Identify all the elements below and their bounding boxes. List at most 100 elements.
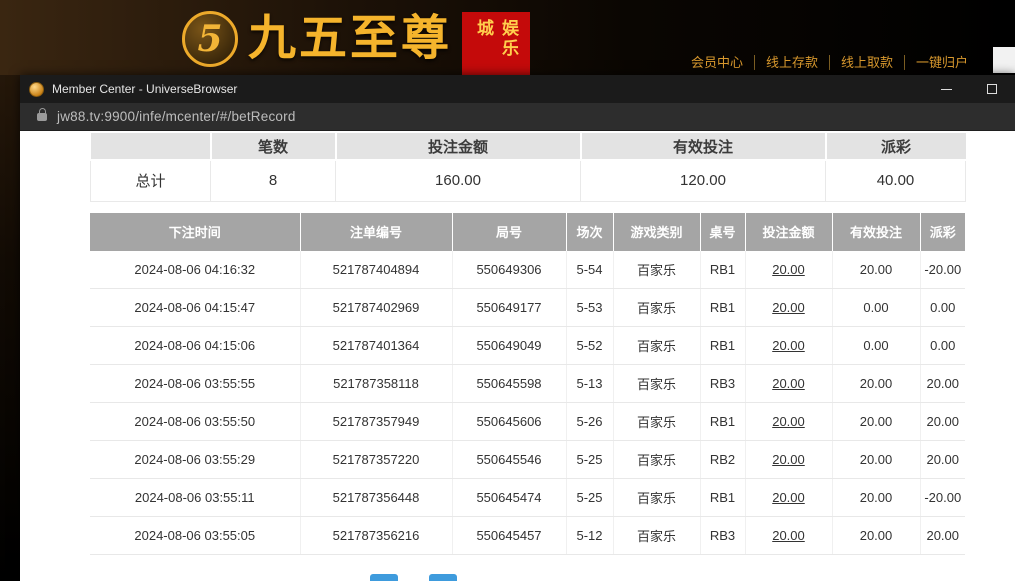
pagination <box>370 574 1015 581</box>
bet-id: 521787356448 <box>300 479 452 517</box>
session: 5-53 <box>566 289 613 327</box>
nav-withdraw[interactable]: 线上取款 <box>830 55 905 70</box>
bet-id: 521787357949 <box>300 403 452 441</box>
payout: 20.00 <box>920 403 965 441</box>
brand-title: 九五至尊 <box>248 7 452 71</box>
minimize-icon <box>941 89 952 90</box>
round-id: 550649177 <box>452 289 566 327</box>
summary-header-valid-bet: 有效投注 <box>581 133 826 160</box>
bet-time: 2024-08-06 04:15:06 <box>90 327 300 365</box>
brand: 5 九五至尊 娱乐城 <box>182 7 530 84</box>
table-row: 2024-08-06 03:55:11 521787356448 5506454… <box>90 479 965 517</box>
bet-id: 521787357220 <box>300 441 452 479</box>
game-type: 百家乐 <box>613 479 700 517</box>
col-bet-amount: 投注金额 <box>745 213 832 251</box>
col-round-id: 局号 <box>452 213 566 251</box>
session: 5-54 <box>566 251 613 289</box>
summary-valid-bet-value: 120.00 <box>581 160 826 201</box>
nav-deposit[interactable]: 线上存款 <box>755 55 830 70</box>
table-no: RB1 <box>700 479 745 517</box>
pagination-button-prev[interactable] <box>370 574 398 581</box>
summary-bet-amount-value: 160.00 <box>336 160 581 201</box>
bet-amount-link[interactable]: 20.00 <box>745 403 832 441</box>
table-row: 2024-08-06 03:55:55 521787358118 5506455… <box>90 365 965 403</box>
bet-amount-link[interactable]: 20.00 <box>745 365 832 403</box>
game-type: 百家乐 <box>613 517 700 555</box>
window-title: Member Center - UniverseBrowser <box>52 82 237 96</box>
bet-time: 2024-08-06 03:55:50 <box>90 403 300 441</box>
game-type: 百家乐 <box>613 441 700 479</box>
bet-id: 521787402969 <box>300 289 452 327</box>
valid-bet: 20.00 <box>832 479 920 517</box>
bet-id: 521787401364 <box>300 327 452 365</box>
bet-amount-link[interactable]: 20.00 <box>745 251 832 289</box>
payout: 0.00 <box>920 289 965 327</box>
session: 5-13 <box>566 365 613 403</box>
summary-header-payout: 派彩 <box>826 133 966 160</box>
round-id: 550649306 <box>452 251 566 289</box>
address-bar[interactable]: jw88.tv:9900/infe/mcenter/#/betRecord <box>20 103 1015 131</box>
nav-member-center[interactable]: 会员中心 <box>680 55 755 70</box>
game-type: 百家乐 <box>613 251 700 289</box>
payout: 20.00 <box>920 365 965 403</box>
session: 5-25 <box>566 441 613 479</box>
maximize-button[interactable] <box>969 75 1015 103</box>
table-no: RB3 <box>700 517 745 555</box>
round-id: 550649049 <box>452 327 566 365</box>
bet-amount-link[interactable]: 20.00 <box>745 441 832 479</box>
brand-ribbon: 娱乐城 <box>462 12 530 84</box>
table-no: RB1 <box>700 403 745 441</box>
summary-header-blank <box>91 133 211 160</box>
valid-bet: 0.00 <box>832 327 920 365</box>
bet-amount-link[interactable]: 20.00 <box>745 517 832 555</box>
summary-payout-value: 40.00 <box>826 160 966 201</box>
bet-time: 2024-08-06 03:55:05 <box>90 517 300 555</box>
game-type: 百家乐 <box>613 403 700 441</box>
valid-bet: 0.00 <box>832 289 920 327</box>
bet-time: 2024-08-06 04:16:32 <box>90 251 300 289</box>
browser-favicon-icon <box>29 82 44 97</box>
bet-time: 2024-08-06 03:55:55 <box>90 365 300 403</box>
bet-record-table: 下注时间 注单编号 局号 场次 游戏类别 桌号 投注金额 有效投注 派彩 202… <box>90 213 965 556</box>
table-row: 2024-08-06 03:55:29 521787357220 5506455… <box>90 441 965 479</box>
session: 5-26 <box>566 403 613 441</box>
bet-id: 521787356216 <box>300 517 452 555</box>
valid-bet: 20.00 <box>832 441 920 479</box>
table-row: 2024-08-06 04:15:47 521787402969 5506491… <box>90 289 965 327</box>
table-no: RB3 <box>700 365 745 403</box>
site-header: 5 九五至尊 娱乐城 会员中心线上存款线上取款一键归户 <box>0 0 1015 75</box>
round-id: 550645606 <box>452 403 566 441</box>
col-bet-id: 注单编号 <box>300 213 452 251</box>
table-row: 2024-08-06 03:55:50 521787357949 5506456… <box>90 403 965 441</box>
window-title-bar[interactable]: Member Center - UniverseBrowser <box>20 75 1015 103</box>
payout: -20.00 <box>920 251 965 289</box>
valid-bet: 20.00 <box>832 365 920 403</box>
brand-coin-icon: 5 <box>182 11 238 67</box>
col-table-no: 桌号 <box>700 213 745 251</box>
payout: 20.00 <box>920 517 965 555</box>
summary-header-bet-amount: 投注金额 <box>336 133 581 160</box>
qr-box <box>993 47 1015 73</box>
round-id: 550645598 <box>452 365 566 403</box>
bet-amount-link[interactable]: 20.00 <box>745 289 832 327</box>
valid-bet: 20.00 <box>832 517 920 555</box>
maximize-icon <box>987 84 997 94</box>
bet-time: 2024-08-06 03:55:29 <box>90 441 300 479</box>
brand-coin-glyph: 5 <box>197 18 222 60</box>
url-text[interactable]: jw88.tv:9900/infe/mcenter/#/betRecord <box>57 109 296 124</box>
lock-icon <box>37 113 47 121</box>
window-controls <box>923 75 1015 103</box>
game-type: 百家乐 <box>613 327 700 365</box>
col-bet-time: 下注时间 <box>90 213 300 251</box>
summary-table: 笔数 投注金额 有效投注 派彩 总计 8 160.00 120.00 40.00 <box>90 133 966 202</box>
pagination-button-next[interactable] <box>429 574 457 581</box>
table-no: RB1 <box>700 251 745 289</box>
bet-amount-link[interactable]: 20.00 <box>745 327 832 365</box>
table-row: 2024-08-06 04:16:32 521787404894 5506493… <box>90 251 965 289</box>
minimize-button[interactable] <box>923 75 969 103</box>
bet-amount-link[interactable]: 20.00 <box>745 479 832 517</box>
col-valid-bet: 有效投注 <box>832 213 920 251</box>
bet-table-header-row: 下注时间 注单编号 局号 场次 游戏类别 桌号 投注金额 有效投注 派彩 <box>90 213 965 251</box>
nav-one-key-transfer[interactable]: 一键归户 <box>905 55 979 70</box>
bet-time: 2024-08-06 03:55:11 <box>90 479 300 517</box>
